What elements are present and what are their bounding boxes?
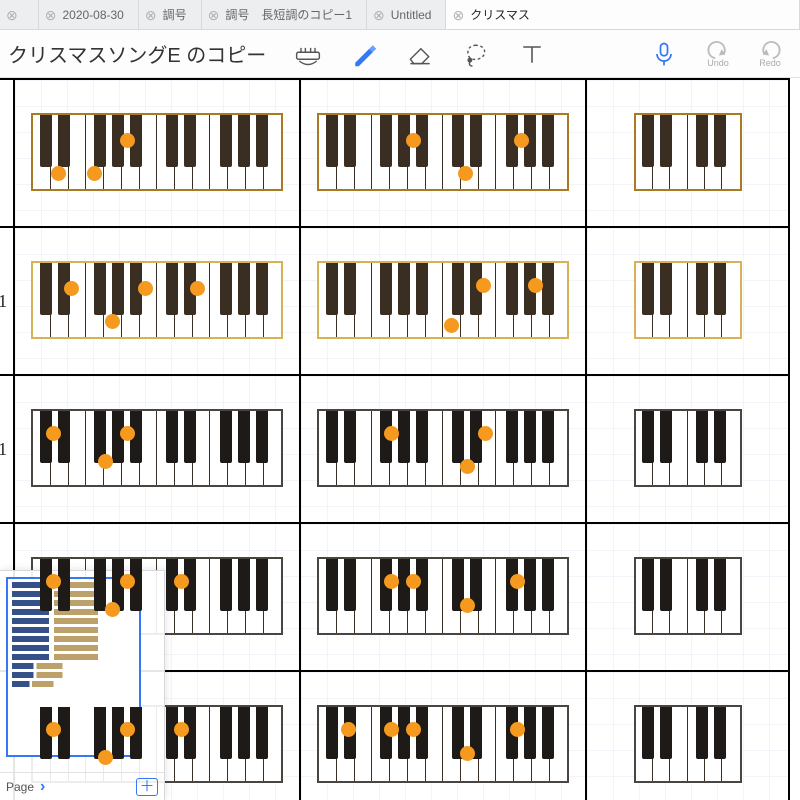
chord-marker <box>406 574 421 589</box>
redo-button[interactable]: Redo <box>748 40 792 68</box>
chord-marker <box>384 722 399 737</box>
grid-cell[interactable] <box>586 671 789 800</box>
page-label: Page <box>6 780 34 794</box>
chord-marker <box>98 750 113 765</box>
tab-label: 調号 <box>163 6 187 23</box>
grid-cell[interactable] <box>586 523 789 671</box>
grid-cell[interactable] <box>14 79 300 227</box>
piano-keyboard <box>634 705 742 783</box>
tab-label: Untitled <box>391 8 432 22</box>
chord-marker <box>120 722 135 737</box>
grid-cell[interactable] <box>586 375 789 523</box>
microphone-button[interactable] <box>640 32 688 76</box>
chord-marker <box>384 426 399 441</box>
close-icon[interactable]: ⊗ <box>373 8 385 22</box>
grid-cell[interactable] <box>586 227 789 375</box>
document-title: クリスマスソングE のコピー <box>8 39 276 68</box>
view-mode-button[interactable] <box>284 32 332 76</box>
redo-label: Redo <box>759 58 781 68</box>
chord-marker <box>64 281 79 296</box>
chord-marker <box>138 281 153 296</box>
toolbar: クリスマスソングE のコピー <box>0 30 800 78</box>
chord-marker <box>406 133 421 148</box>
chord-marker <box>460 598 475 613</box>
lasso-tool-button[interactable] <box>452 32 500 76</box>
grid-cell[interactable] <box>586 79 789 227</box>
chord-marker <box>458 166 473 181</box>
tab-3[interactable]: ⊗ 調号 長短調のコピー1 <box>202 0 367 29</box>
text-tool-button[interactable] <box>508 32 556 76</box>
chord-marker <box>46 574 61 589</box>
grid-cell[interactable] <box>14 375 300 523</box>
piano-keyboard <box>31 261 283 339</box>
chord-marker <box>406 722 421 737</box>
piano-keyboard <box>634 113 742 191</box>
row-label: 1 <box>0 227 14 375</box>
chord-marker <box>460 746 475 761</box>
row-label: 1 <box>0 375 14 523</box>
chord-marker <box>510 722 525 737</box>
close-icon[interactable]: ⊗ <box>208 8 220 22</box>
undo-button[interactable]: Undo <box>696 40 740 68</box>
chord-marker <box>98 454 113 469</box>
piano-keyboard <box>634 261 742 339</box>
grid-cell[interactable] <box>300 227 586 375</box>
grid-cell[interactable] <box>300 375 586 523</box>
tab-strip: ⊗ ⊗ 2020-08-30 ⊗ 調号 ⊗ 調号 長短調のコピー1 ⊗ Unti… <box>0 0 800 30</box>
chord-marker <box>444 318 459 333</box>
piano-keyboard <box>634 409 742 487</box>
undo-label: Undo <box>707 58 729 68</box>
close-icon[interactable]: ⊗ <box>145 8 157 22</box>
row-label <box>0 79 14 227</box>
chord-marker <box>460 459 475 474</box>
tab-label: 2020-08-30 <box>62 8 123 22</box>
chord-marker <box>174 722 189 737</box>
chord-marker <box>514 133 529 148</box>
piano-keyboard <box>317 261 569 339</box>
chord-marker <box>190 281 205 296</box>
chord-marker <box>384 574 399 589</box>
grid-cell[interactable] <box>14 227 300 375</box>
piano-keyboard <box>317 409 569 487</box>
tab-4[interactable]: ⊗ Untitled <box>367 0 446 29</box>
chord-marker <box>174 574 189 589</box>
chord-marker <box>120 133 135 148</box>
chord-marker <box>105 602 120 617</box>
add-page-button[interactable]: ＋ <box>136 778 158 796</box>
piano-keyboard <box>317 557 569 635</box>
grid-cell[interactable] <box>300 523 586 671</box>
chord-marker <box>478 426 493 441</box>
chord-marker <box>46 722 61 737</box>
close-icon[interactable]: ⊗ <box>45 8 57 22</box>
chord-marker <box>120 574 135 589</box>
chord-marker <box>46 426 61 441</box>
chord-marker <box>528 278 543 293</box>
tab-label: 調号 長短調のコピー1 <box>225 6 352 23</box>
eraser-tool-button[interactable] <box>396 32 444 76</box>
piano-keyboard <box>31 113 283 191</box>
chord-marker <box>476 278 491 293</box>
tab-label: クリスマス <box>470 6 530 23</box>
tab-0[interactable]: ⊗ <box>0 0 39 29</box>
grid-cell[interactable] <box>300 79 586 227</box>
chevron-right-icon[interactable]: › <box>40 778 45 796</box>
grid-cell[interactable] <box>300 671 586 800</box>
chord-marker <box>341 722 356 737</box>
close-icon[interactable]: ⊗ <box>6 8 18 22</box>
piano-keyboard <box>634 557 742 635</box>
pen-tool-button[interactable] <box>340 32 388 76</box>
close-icon[interactable]: ⊗ <box>452 8 464 22</box>
tab-1[interactable]: ⊗ 2020-08-30 <box>39 0 139 29</box>
piano-keyboard <box>31 409 283 487</box>
tab-2[interactable]: ⊗ 調号 <box>139 0 202 29</box>
piano-keyboard <box>317 113 569 191</box>
piano-keyboard <box>317 705 569 783</box>
chord-marker <box>120 426 135 441</box>
tab-5[interactable]: ⊗ クリスマス <box>446 0 800 29</box>
chord-marker <box>510 574 525 589</box>
